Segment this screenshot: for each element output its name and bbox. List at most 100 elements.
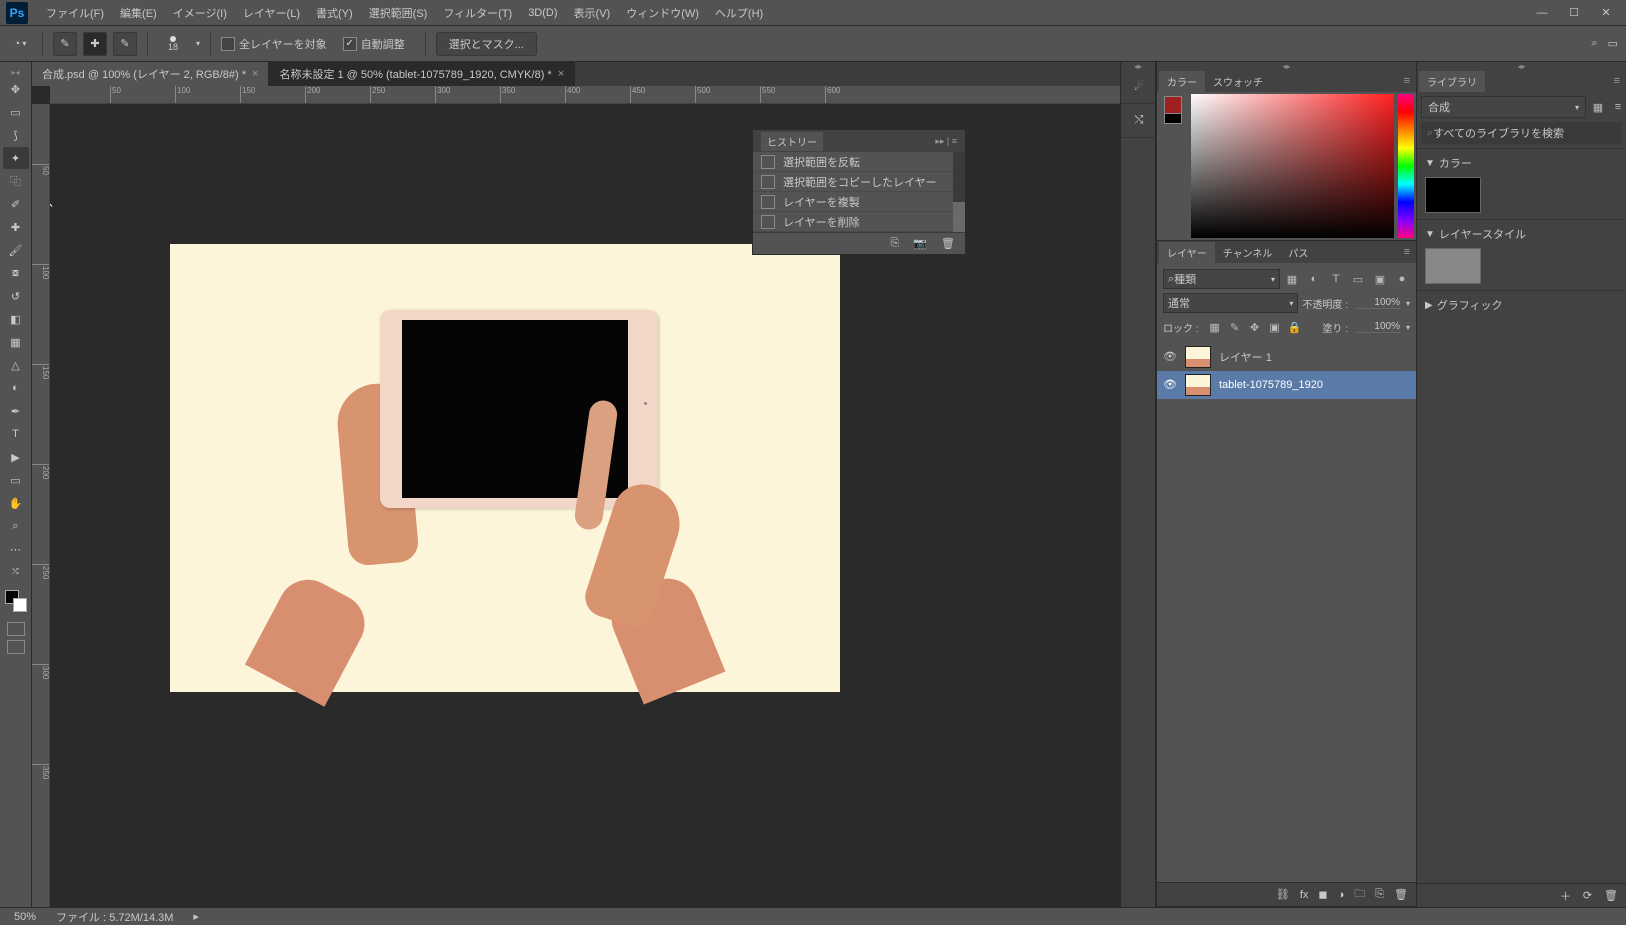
lock-artboard-icon[interactable]: ▣ [1267,319,1283,335]
list-view-icon[interactable]: ≡ [1610,99,1626,115]
document-tab-1[interactable]: 合成.psd @ 100% (レイヤー 2, RGB/8#) *× [32,62,269,86]
channels-tab[interactable]: チャンネル [1215,242,1281,263]
hand-tool[interactable]: ✋ [3,492,29,514]
menu-window[interactable]: ウィンドウ(W) [618,1,707,25]
library-select[interactable]: 合成▾ [1421,96,1586,118]
camera-icon[interactable]: 📷 [913,237,927,250]
auto-adjust-option[interactable]: 自動調整 [343,36,405,52]
lock-all-icon[interactable]: 🔒 [1287,319,1303,335]
select-and-mask-button[interactable]: 選択とマスク... [436,32,537,56]
hue-slider[interactable] [1398,94,1414,238]
window-minimize[interactable]: — [1532,6,1552,20]
current-tool-icon[interactable]: ◔▾ [8,32,32,56]
healing-tool[interactable]: ✚ [3,216,29,238]
add-icon[interactable]: ＋ [1560,888,1571,904]
dodge-tool[interactable]: ◐ [3,377,29,399]
workspace-icon[interactable]: ▭ [1608,37,1618,50]
sync-icon[interactable]: ⟳ [1583,889,1592,902]
window-close[interactable]: ✕ [1596,6,1616,20]
library-search[interactable]: ⌕ すべてのライブラリを検索 [1421,122,1622,144]
path-select-tool[interactable]: ▶ [3,446,29,468]
lasso-tool[interactable]: ⟆ [3,124,29,146]
history-item[interactable]: 選択範囲を反転 [753,152,953,172]
color-swatches[interactable] [5,590,27,612]
add-selection-icon[interactable]: ✚ [83,32,107,56]
zoom-tool[interactable]: ⌕ [3,515,29,537]
library-group-style[interactable]: ▼ レイヤースタイル [1417,219,1626,290]
menu-type[interactable]: 書式(Y) [308,1,361,25]
brush-preview[interactable]: 18 [158,29,188,59]
filter-smart-icon[interactable]: ▣ [1372,271,1388,287]
library-group-color[interactable]: ▼ カラー [1417,148,1626,219]
shape-tool[interactable]: ▭ [3,469,29,491]
subtract-selection-icon[interactable]: ✎ [113,32,137,56]
adjustment-icon[interactable]: ◑ [1338,889,1345,901]
quick-select-tool[interactable]: ✦ [3,147,29,169]
status-caret[interactable]: ▸ [193,910,199,923]
quickmask-icon[interactable] [7,622,25,636]
layers-tab[interactable]: レイヤー [1159,242,1215,263]
window-maximize[interactable]: ☐ [1564,6,1584,20]
crop-tool[interactable]: ⿻ [3,170,29,192]
collapse-grip[interactable]: ◂▸ [1417,62,1626,70]
new-layer-icon[interactable]: ⎘ [1375,888,1384,901]
pen-tool[interactable]: ✒ [3,400,29,422]
new-document-icon[interactable]: ⎘ [891,237,900,250]
menu-layer[interactable]: レイヤー(L) [235,1,308,25]
foreground-color[interactable] [1164,96,1182,114]
menu-file[interactable]: ファイル(F) [38,1,112,25]
layer-row[interactable]: 👁 レイヤー 1 [1157,343,1416,371]
history-brush-tool[interactable]: ↺ [3,285,29,307]
scrollbar[interactable] [953,152,965,232]
lock-paint-icon[interactable]: ✎ [1227,319,1243,335]
new-selection-icon[interactable]: ✎ [53,32,77,56]
dock-collapse[interactable]: ◂▸ [1121,62,1155,70]
visibility-icon[interactable]: 👁 [1163,350,1177,364]
history-tab[interactable]: ヒストリー [761,132,823,151]
trash-icon[interactable]: 🗑 [1604,889,1618,902]
collapse-grip[interactable]: ◂▸ [1157,62,1416,70]
move-tool[interactable]: ✥ [3,78,29,100]
blend-mode-select[interactable]: 通常▾ [1163,293,1298,313]
swap-colors-icon[interactable]: ⤭ [3,561,29,583]
trash-icon[interactable]: 🗑 [1394,888,1408,901]
panel-menu-icon[interactable]: ≡ [1398,75,1416,87]
fill-input[interactable]: 100% [1356,321,1400,333]
fx-icon[interactable]: fx [1300,889,1309,901]
dock-properties-icon[interactable]: ☄ [1121,70,1157,104]
paths-tab[interactable]: パス [1280,242,1316,263]
dock-character-icon[interactable]: ⤭ [1121,104,1157,138]
history-item[interactable]: 選択範囲をコピーしたレイヤー [753,172,953,192]
search-icon[interactable]: ⌕ [1591,37,1597,50]
history-item[interactable]: レイヤーを削除 [753,212,953,232]
panel-menu-icon[interactable]: ≡ [1608,75,1626,87]
layer-row[interactable]: 👁 tablet-1075789_1920 [1157,371,1416,399]
opacity-input[interactable]: 100% [1356,297,1400,309]
layer-filter-select[interactable]: ⌕ 種類▾ [1163,269,1280,289]
marquee-tool[interactable]: ▭ [3,101,29,123]
menu-image[interactable]: イメージ(I) [165,1,235,25]
filter-image-icon[interactable]: ▦ [1284,271,1300,287]
eraser-tool[interactable]: ◧ [3,308,29,330]
swatches-tab[interactable]: スウォッチ [1205,71,1271,92]
filter-type-icon[interactable]: T [1328,271,1344,287]
trash-icon[interactable]: 🗑 [941,237,955,250]
filter-toggle-icon[interactable]: ● [1394,271,1410,287]
file-info[interactable]: ファイル : 5.72M/14.3M [56,909,173,925]
screenmode-icon[interactable] [7,640,25,654]
lock-transparent-icon[interactable]: ▦ [1207,319,1223,335]
document-tab-2[interactable]: 名称未設定 1 @ 50% (tablet-1075789_1920, CMYK… [269,62,575,86]
filter-shape-icon[interactable]: ▭ [1350,271,1366,287]
visibility-icon[interactable]: 👁 [1163,378,1177,392]
eyedropper-tool[interactable]: ✐ [3,193,29,215]
grid-view-icon[interactable]: ▦ [1590,99,1606,115]
group-icon[interactable]: 🗀 [1354,885,1365,904]
library-group-graphic[interactable]: ▶ グラフィック [1417,290,1626,319]
menu-help[interactable]: ヘルプ(H) [707,1,771,25]
mask-icon[interactable]: ◼ [1318,888,1327,901]
type-tool[interactable]: T [3,423,29,445]
zoom-level[interactable]: 50% [14,911,36,923]
menu-view[interactable]: 表示(V) [566,1,619,25]
toolbox-collapse[interactable]: ▸◂ [11,68,19,78]
close-icon[interactable]: × [252,68,258,80]
